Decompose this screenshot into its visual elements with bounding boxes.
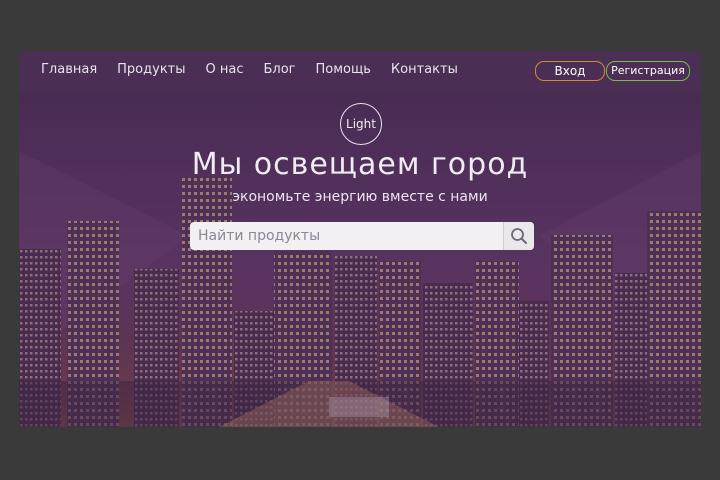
- nav-item-about[interactable]: О нас: [206, 62, 244, 77]
- main-nav: Главная Продукты О нас Блог Помощь Конта…: [41, 62, 478, 77]
- nav-item-blog[interactable]: Блог: [264, 62, 296, 77]
- hero-section: Главная Продукты О нас Блог Помощь Конта…: [19, 51, 701, 427]
- search-button[interactable]: [503, 222, 534, 250]
- hero-title: Мы освещаем город: [191, 147, 529, 182]
- search-icon: [511, 228, 527, 244]
- nav-item-help[interactable]: Помощь: [316, 62, 371, 77]
- register-button[interactable]: Регистрация: [606, 61, 690, 81]
- search-input[interactable]: [190, 222, 504, 250]
- nav-item-home[interactable]: Главная: [41, 62, 97, 77]
- search-bar: [190, 222, 534, 250]
- nav-item-products[interactable]: Продукты: [117, 62, 185, 77]
- hero-subtitle: экономьте энергию вместе с нами: [232, 189, 488, 205]
- light-logo: Light: [340, 103, 382, 145]
- nav-item-contacts[interactable]: Контакты: [391, 62, 458, 77]
- login-button[interactable]: Вход: [535, 61, 605, 81]
